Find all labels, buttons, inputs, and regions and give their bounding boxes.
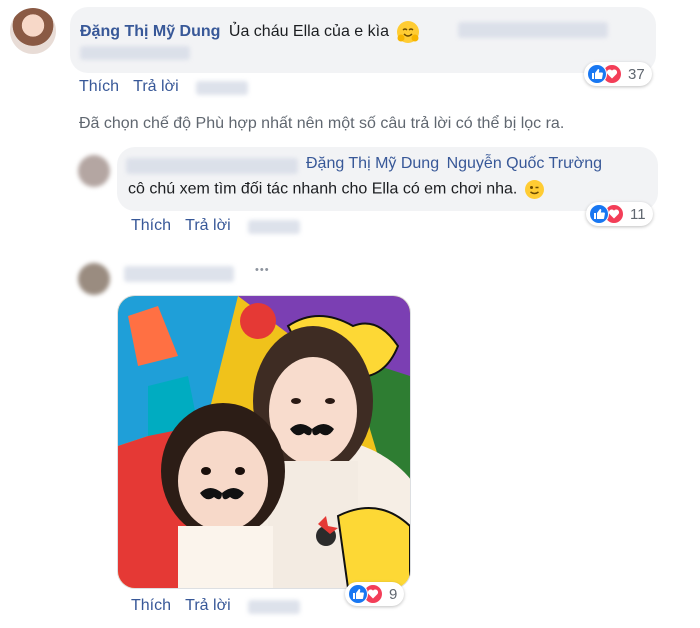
reaction-badge[interactable]: 11 xyxy=(586,202,653,226)
more-options-icon[interactable]: ••• xyxy=(255,264,270,276)
like-link[interactable]: Thích xyxy=(131,597,171,614)
comment-text: Ủa cháu Ella của e kìa xyxy=(228,23,389,41)
reaction-badge[interactable]: 9 xyxy=(345,582,405,606)
reply-link[interactable]: Trả lời xyxy=(185,217,230,234)
mention-tag[interactable]: Nguyễn Quốc Trường xyxy=(447,155,603,172)
reply-actions: Thích Trả lời xyxy=(131,597,241,615)
like-link[interactable]: Thích xyxy=(79,78,119,95)
redacted-tag xyxy=(80,46,190,60)
like-icon xyxy=(589,204,609,224)
reply-link[interactable]: Trả lời xyxy=(133,78,178,95)
reply-avatar[interactable] xyxy=(78,155,110,187)
comment-photo[interactable] xyxy=(117,295,411,589)
reaction-count: 11 xyxy=(630,205,646,223)
comment-line: Đặng Thị Mỹ Dung Ủa cháu Ella của e kìa xyxy=(80,21,420,43)
reply-avatar[interactable] xyxy=(78,263,110,295)
reaction-count: 37 xyxy=(628,65,645,83)
winking-face-icon xyxy=(524,180,544,199)
reaction-badge[interactable]: 37 xyxy=(584,62,652,86)
like-icon xyxy=(587,64,607,84)
redacted-author xyxy=(124,266,234,282)
hugging-face-icon xyxy=(397,21,420,43)
comment-author[interactable]: Đặng Thị Mỹ Dung xyxy=(80,23,220,40)
reply-tag-line: Đặng Thị Mỹ Dung Nguyễn Quốc Trường xyxy=(306,155,602,173)
photo-image xyxy=(118,296,410,588)
redacted-tag xyxy=(458,22,608,38)
commenter-avatar[interactable] xyxy=(10,8,56,54)
timestamp-redacted xyxy=(248,600,300,614)
comment-actions: Thích Trả lời xyxy=(79,78,189,96)
timestamp-redacted xyxy=(248,220,300,234)
like-icon xyxy=(348,584,368,604)
like-link[interactable]: Thích xyxy=(131,217,171,234)
reply-text: cô chú xem tìm đối tác nhanh cho Ella có… xyxy=(128,180,518,198)
timestamp-redacted xyxy=(196,81,248,95)
reply-text-line: cô chú xem tìm đối tác nhanh cho Ella có… xyxy=(128,180,544,199)
reaction-count: 9 xyxy=(389,585,398,603)
reply-link[interactable]: Trả lời xyxy=(185,597,230,614)
reply-actions: Thích Trả lời xyxy=(131,217,241,235)
filter-notice: Đã chọn chế độ Phù hợp nhất nên một số c… xyxy=(79,115,565,132)
mention-tag[interactable]: Đặng Thị Mỹ Dung xyxy=(306,155,439,172)
redacted-author xyxy=(126,158,298,174)
